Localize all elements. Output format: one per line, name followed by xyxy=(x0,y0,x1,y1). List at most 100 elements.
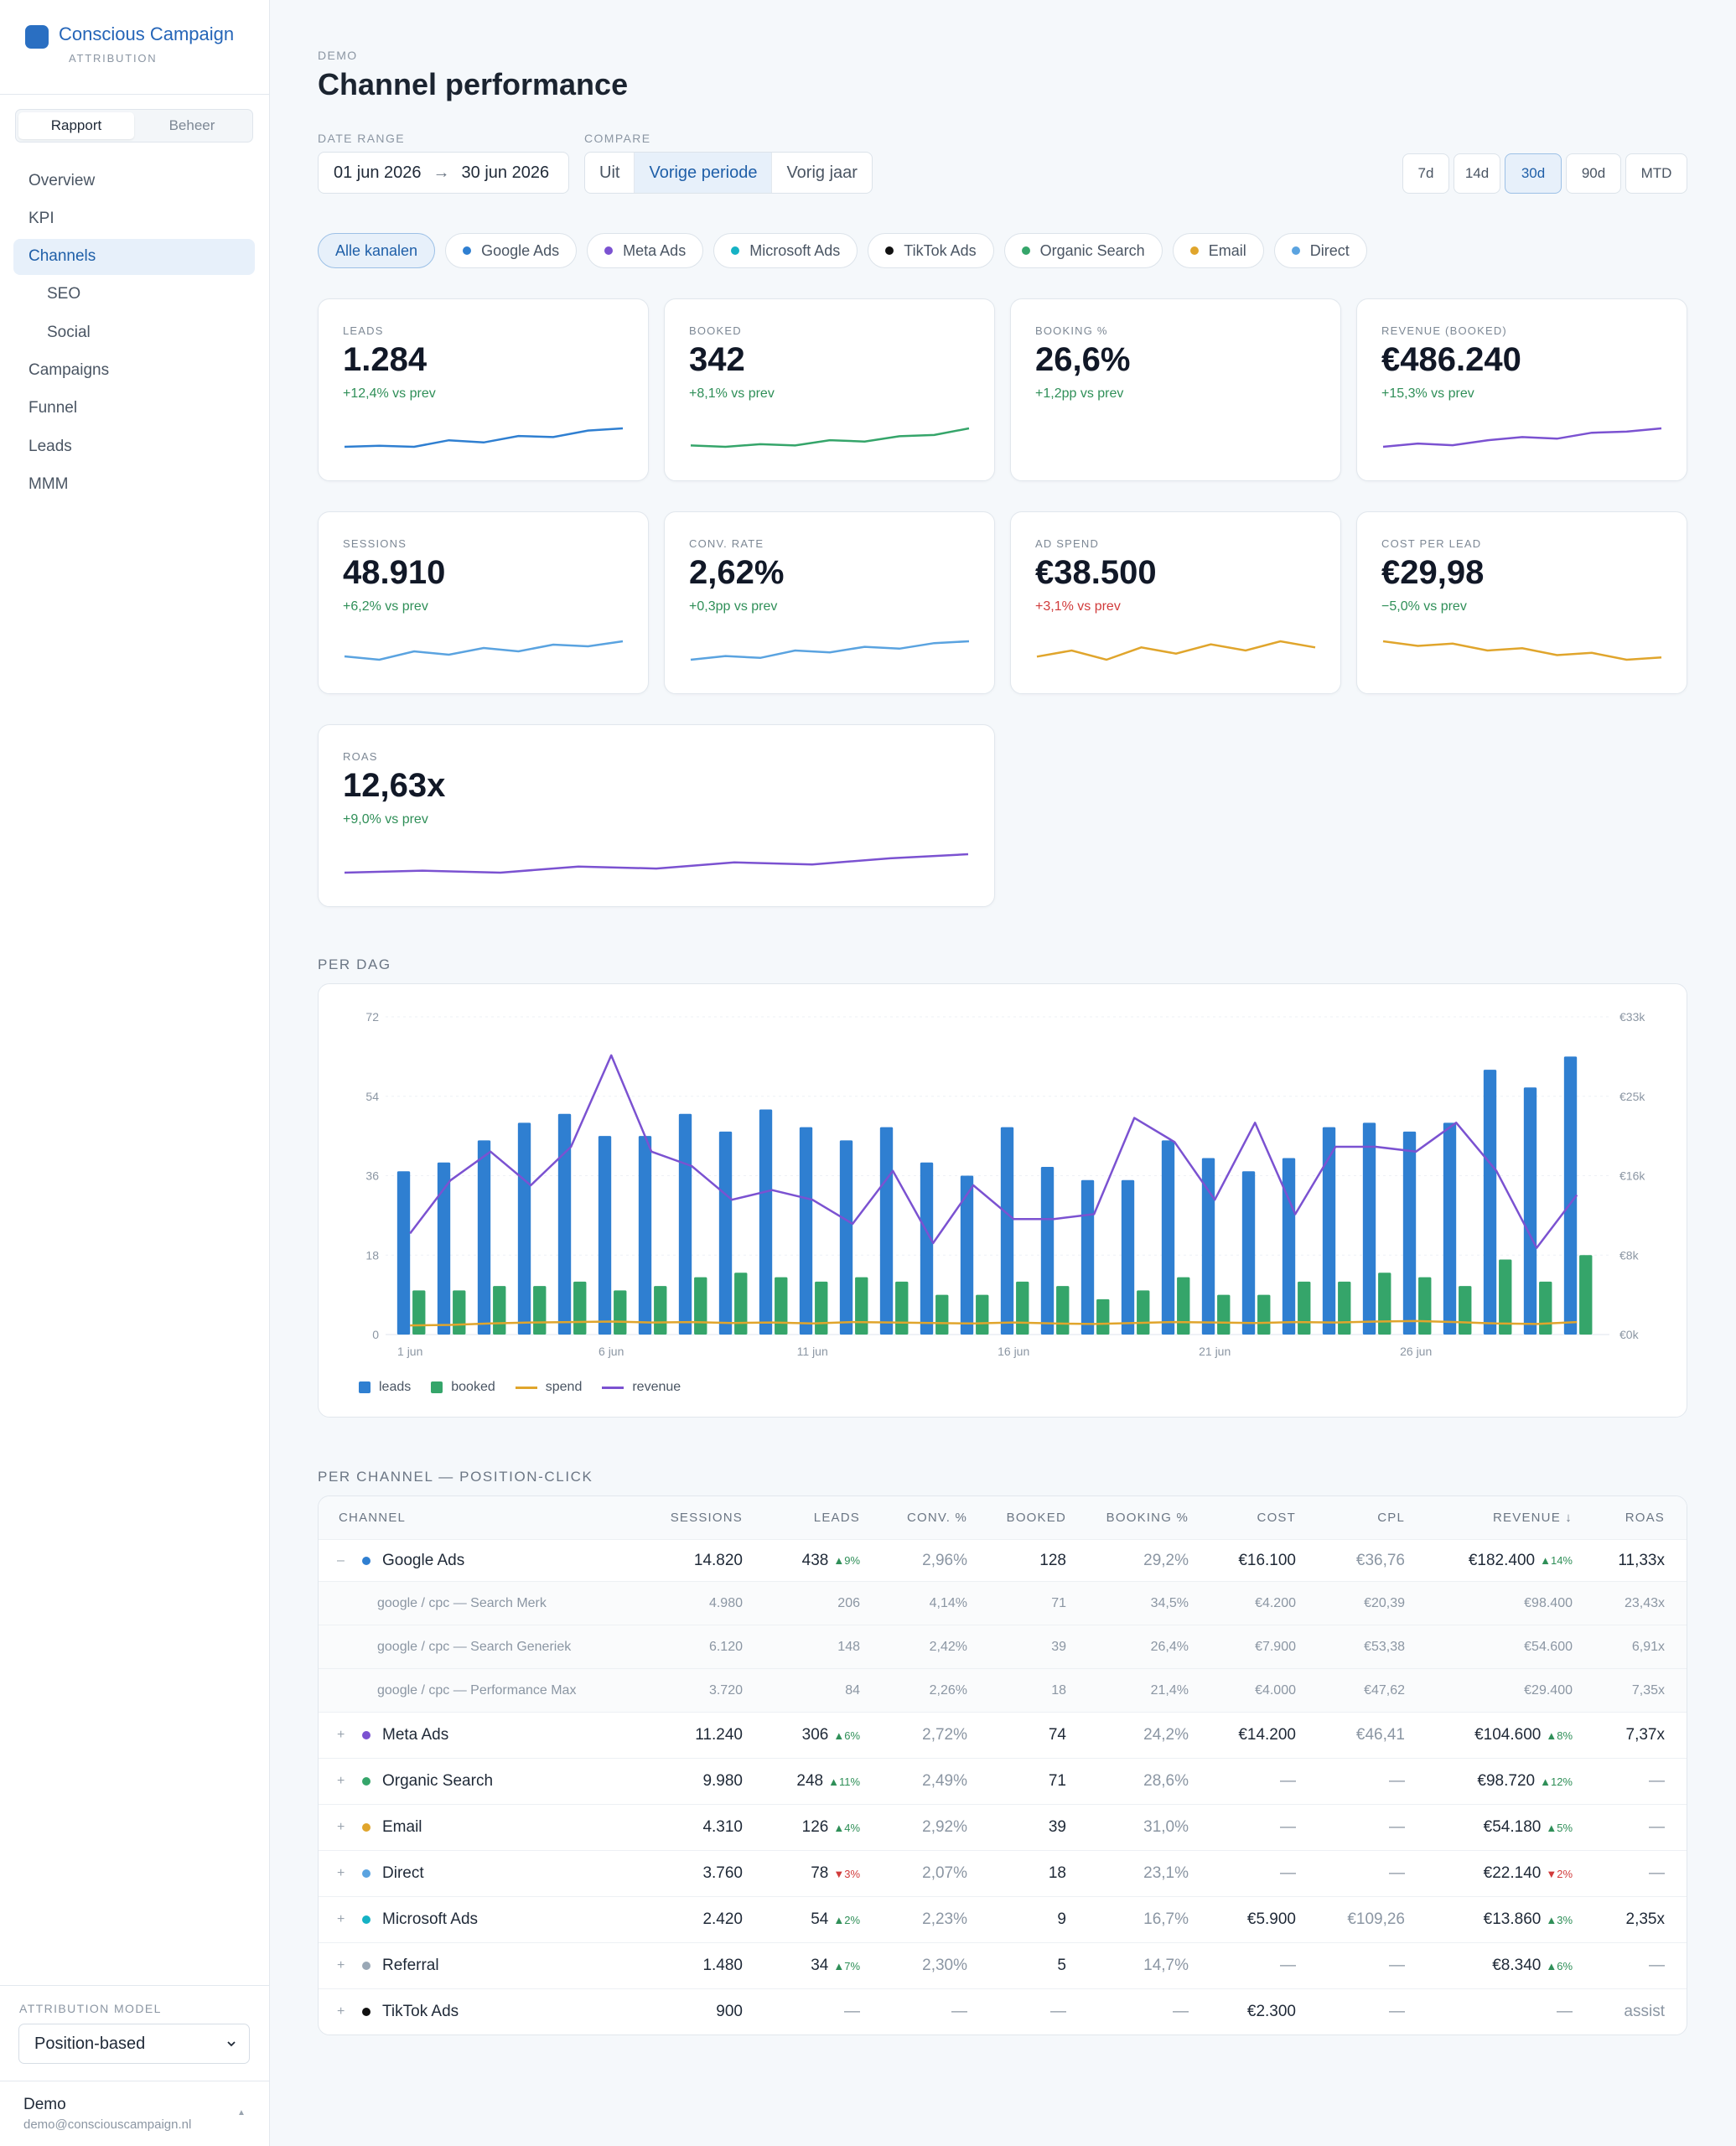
user-menu-caret-icon[interactable]: ▲ xyxy=(237,2108,246,2117)
table-row-email[interactable]: + Email 4.310 126 ▲4% 2,92% 39 31,0% — — €54.180 ▲5… xyxy=(319,1804,1687,1850)
compare-option-vorige-periode[interactable]: Vorige periode xyxy=(635,153,773,193)
sidebar-item-channels[interactable]: Channels xyxy=(13,238,255,275)
kpi-delta: +15,3% vs prev xyxy=(1381,386,1474,401)
segment-rapport[interactable]: Rapport xyxy=(18,112,134,139)
table-row-meta-ads[interactable]: + Meta Ads 11.240 306 ▲6% 2,72% 74 24,2% €14.200… xyxy=(319,1712,1687,1758)
kpi-card-conv-rate[interactable]: CONV. RATE 2,62% +0,3pp vs prev xyxy=(664,511,995,694)
cell-booked-value: 18 xyxy=(1048,1864,1066,1882)
sidebar-item-leads[interactable]: Leads xyxy=(13,428,255,464)
cell-booked: 9 xyxy=(1057,1897,1066,1942)
column-header-revenue[interactable]: REVENUE ↓ xyxy=(1493,1496,1573,1539)
sidebar-item-overview[interactable]: Overview xyxy=(13,163,255,199)
date-range-label: DATE RANGE xyxy=(318,132,405,145)
filter-chip-meta-ads[interactable]: Meta Ads xyxy=(587,233,704,268)
date-range-picker[interactable]: 01 jun 2026 → 30 jun 2026 xyxy=(318,152,569,194)
filter-chip-email[interactable]: Email xyxy=(1172,233,1264,268)
cell-revenue-value: €98.720 xyxy=(1477,1772,1536,1790)
cell-revenue: €104.600 ▲8% xyxy=(1474,1713,1573,1758)
column-header-conv[interactable]: CONV. % xyxy=(907,1496,967,1539)
kpi-card-cost-per-lead[interactable]: COST PER LEAD €29,98 −5,0% vs prev xyxy=(1356,511,1687,694)
table-row-tiktok-ads[interactable]: + TikTok Ads 900 — — — — €2.300 — — assist xyxy=(319,1988,1687,2035)
column-header-roas[interactable]: ROAS xyxy=(1625,1496,1665,1539)
range-button-90d[interactable]: 90d xyxy=(1566,153,1621,194)
x-axis-tick-label: 11 jun xyxy=(797,1345,828,1358)
bar-leads xyxy=(678,1113,692,1335)
kpi-sparkline xyxy=(1036,640,1316,661)
column-header-cpl[interactable]: CPL xyxy=(1377,1496,1405,1539)
kpi-card-booked[interactable]: BOOKED 342 +8,1% vs prev xyxy=(664,298,995,481)
filter-chip-direct[interactable]: Direct xyxy=(1273,233,1367,268)
sidebar-item-kpi[interactable]: KPI xyxy=(13,200,255,236)
cell-booking-value: 23,1% xyxy=(1143,1864,1189,1882)
column-header-booking[interactable]: BOOKING % xyxy=(1106,1496,1189,1539)
bar-leads xyxy=(920,1162,934,1335)
cell-conv-value: 2,23% xyxy=(922,1910,967,1928)
expand-toggle-icon[interactable]: + xyxy=(337,2004,362,2019)
sidebar-item-social[interactable]: Social xyxy=(13,314,255,350)
filter-chip-tiktok-ads[interactable]: TikTok Ads xyxy=(868,233,994,268)
sidebar-item-seo[interactable]: SEO xyxy=(13,277,255,313)
expand-toggle-icon[interactable]: + xyxy=(337,1774,362,1789)
sidebar-item-mmm[interactable]: MMM xyxy=(13,466,255,502)
segment-beheer[interactable]: Beheer xyxy=(134,112,250,139)
filter-chip-microsoft-ads[interactable]: Microsoft Ads xyxy=(713,233,858,268)
kpi-card-sessions[interactable]: SESSIONS 48.910 +6,2% vs prev xyxy=(318,511,649,694)
cell-revenue-delta: ▲14% xyxy=(1540,1554,1573,1567)
table-subrow[interactable]: google / cpc — Search Merk 4.980 206 4,14% 7… xyxy=(319,1581,1687,1625)
column-header-leads[interactable]: LEADS xyxy=(814,1496,860,1539)
kpi-card-ad-spend[interactable]: AD SPEND €38.500 +3,1% vs prev xyxy=(1010,511,1341,694)
kpi-card-roas[interactable]: ROAS 12,63x +9,0% vs prev xyxy=(318,724,995,907)
cell-booked-value: 39 xyxy=(1048,1818,1066,1836)
table-row-microsoft-ads[interactable]: + Microsoft Ads 2.420 54 ▲2% 2,23% 9 16,7% €5.90… xyxy=(319,1896,1687,1942)
range-button-14d[interactable]: 14d xyxy=(1454,153,1500,194)
table-row-google-ads[interactable]: – Google Ads 14.820 438 ▲9% 2,96% 128 29,2% €16.… xyxy=(319,1539,1687,1581)
kpi-card-revenue-booked[interactable]: REVENUE (BOOKED) €486.240 +15,3% vs prev xyxy=(1356,298,1687,481)
channel-dot-icon xyxy=(362,1962,371,1970)
cell-conv-value: 2,49% xyxy=(922,1772,967,1790)
cell-leads: 54 ▲2% xyxy=(811,1897,860,1942)
expand-toggle-icon[interactable]: + xyxy=(337,1958,362,1973)
filter-chip-organic-search[interactable]: Organic Search xyxy=(1003,233,1163,268)
column-header-cost[interactable]: COST xyxy=(1257,1496,1296,1539)
cell-channel: + TikTok Ads xyxy=(337,1989,459,2035)
brand[interactable]: Conscious Campaign ATTRIBUTION xyxy=(25,23,234,65)
user-name[interactable]: Demo xyxy=(23,2096,66,2114)
channel-dot-icon xyxy=(1291,246,1300,255)
cell-sessions-value: 3.760 xyxy=(702,1864,743,1882)
per-dag-title: PER DAG xyxy=(318,956,391,972)
filter-chip-alle-kanalen[interactable]: Alle kanalen xyxy=(318,233,436,268)
kpi-delta: +3,1% vs prev xyxy=(1035,599,1121,614)
sidebar-item-campaigns[interactable]: Campaigns xyxy=(13,352,255,388)
range-button-30d[interactable]: 30d xyxy=(1505,153,1562,194)
kpi-value: €29,98 xyxy=(1381,554,1485,591)
table-row-direct[interactable]: + Direct 3.760 78 ▼3% 2,07% 18 23,1% — — €22.140 ▼2… xyxy=(319,1850,1687,1896)
cell-revenue-delta: ▲8% xyxy=(1546,1729,1573,1742)
expand-toggle-icon[interactable]: + xyxy=(337,1866,362,1881)
cell-cost-value: €5.900 xyxy=(1246,1910,1296,1928)
range-button-mtd[interactable]: MTD xyxy=(1625,153,1687,194)
range-button-7d[interactable]: 7d xyxy=(1402,153,1449,194)
column-header-sessions[interactable]: SESSIONS xyxy=(671,1496,743,1539)
kpi-card-booking[interactable]: BOOKING % 26,6% +1,2pp vs prev xyxy=(1010,298,1341,481)
kpi-card-leads[interactable]: LEADS 1.284 +12,4% vs prev xyxy=(318,298,649,481)
bar-leads xyxy=(1523,1087,1537,1335)
filter-chip-google-ads[interactable]: Google Ads xyxy=(445,233,578,268)
column-header-booked[interactable]: BOOKED xyxy=(1007,1496,1066,1539)
attribution-model-select[interactable]: Position-based xyxy=(18,2024,250,2064)
right-axis-tick-label: €0k xyxy=(1619,1328,1640,1341)
sidebar-item-funnel[interactable]: Funnel xyxy=(13,391,255,427)
compare-option-vorig-jaar[interactable]: Vorig jaar xyxy=(772,153,872,193)
table-subrow[interactable]: google / cpc — Performance Max 3.720 84 2,2… xyxy=(319,1668,1687,1712)
bar-booked xyxy=(935,1294,949,1335)
compare-option-uit[interactable]: Uit xyxy=(585,153,635,193)
table-subrow[interactable]: google / cpc — Search Generiek 6.120 148 2,… xyxy=(319,1625,1687,1668)
table-row-referral[interactable]: + Referral 1.480 34 ▲7% 2,30% 5 14,7% — — €8.340 ▲6… xyxy=(319,1942,1687,1988)
expand-toggle-icon[interactable]: – xyxy=(337,1553,362,1568)
cell-revenue: €8.340 ▲6% xyxy=(1492,1943,1573,1988)
table-row-organic-search[interactable]: + Organic Search 9.980 248 ▲11% 2,49% 71 28,6% —… xyxy=(319,1758,1687,1804)
expand-toggle-icon[interactable]: + xyxy=(337,1820,362,1835)
cell-conv: — xyxy=(951,1989,967,2035)
expand-toggle-icon[interactable]: + xyxy=(337,1912,362,1927)
expand-toggle-icon[interactable]: + xyxy=(337,1728,362,1743)
column-header-channel[interactable]: CHANNEL xyxy=(339,1496,406,1539)
